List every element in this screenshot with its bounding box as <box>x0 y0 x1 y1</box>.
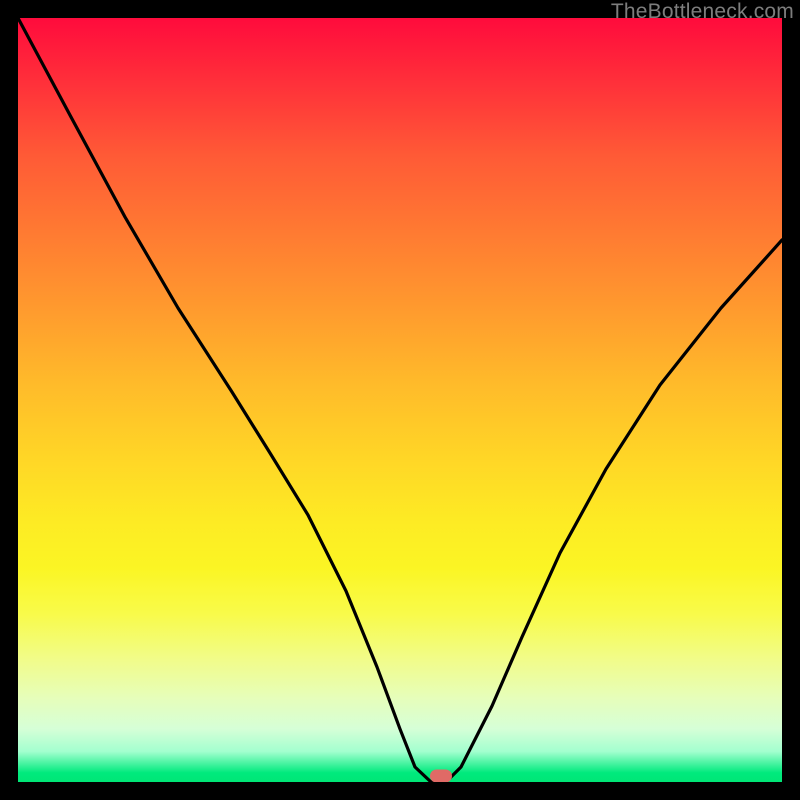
bottleneck-curve <box>18 18 782 782</box>
chart-frame: TheBottleneck.com <box>0 0 800 800</box>
optimal-point-marker <box>430 769 452 782</box>
attribution-text: TheBottleneck.com <box>611 0 794 24</box>
plot-area <box>18 18 782 782</box>
curve-path <box>18 18 782 782</box>
